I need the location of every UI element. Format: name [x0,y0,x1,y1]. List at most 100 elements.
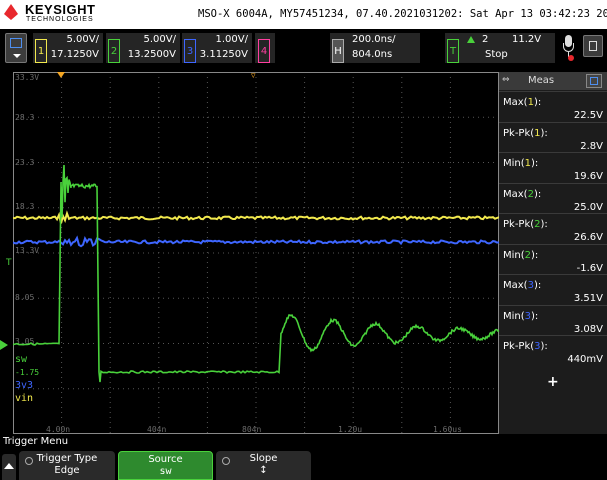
trigger-chip[interactable]: T 2 11.2V Stop [445,33,555,63]
3v3-trace [13,235,499,248]
x-axis-label: 4.00n [46,425,70,434]
meas-value: 19.6V [573,171,603,182]
y-axis-label: 13.3V [15,246,39,255]
channel-1-offset: 17.1250V [50,49,99,60]
collapse-arrows-icon[interactable]: ⇔ [502,75,516,87]
channel-1-scale: 5.00V/ [66,34,99,45]
softkey-source-value: sw [159,466,172,477]
softkey-trigger-type-value: Edge [54,465,80,476]
time-reference-marker-icon: ▿ [251,71,256,81]
y-axis-label: 8.05 [15,293,34,302]
trace-label: -1.75 [15,368,39,377]
instrument-info: MSO-X 6004A, MY57451234, 07.40.202103120… [198,8,607,20]
channel-2-chip[interactable]: 2 5.00V/ 13.2500V [106,33,180,63]
channel-3-scale: 1.00V/ [215,34,248,45]
meas-name[interactable]: Min(3): [503,311,603,322]
x-axis-label: 804n [242,425,261,434]
y-axis-label: 33.3V [15,73,39,82]
x-axis-label: 404n [147,425,166,434]
softkey-source-label: Source [148,454,183,465]
meas-value: 2.8V [580,140,603,152]
add-measurement-button[interactable]: + [547,374,559,390]
meas-value: 26.6V [573,232,603,243]
softkey-menu: Trigger Menu Trigger Type Edge Source sw… [0,434,607,480]
channel-1-chip[interactable]: 1 5.00V/ 17.1250V [33,33,103,63]
brand-subtitle: TECHNOLOGIES [26,16,94,23]
meas-name[interactable]: Max(1): [503,97,603,108]
trace-label: sw [15,354,28,365]
trigger-point-marker-icon[interactable] [57,72,65,78]
help-icon[interactable] [583,35,603,57]
microphone-icon[interactable] [562,35,576,61]
meas-separator [499,121,607,123]
meas-value: 3.51V [573,293,603,304]
channel-2-ground-marker-icon[interactable] [0,340,8,350]
horizontal-position: 804.0ns [352,49,393,60]
meas-name[interactable]: Pk-Pk(3): [503,341,603,352]
softkey-slope-value: ↕ [259,465,268,476]
channel-3-chip[interactable]: 3 1.00V/ 3.11250V [182,33,252,63]
trace-label: 3v3 [15,380,33,391]
display-menu-button[interactable] [5,33,27,63]
waveform-graticule: 33.3V28.323.318.313.3V8.053.054.00n 404n 8… [13,72,499,434]
channel-2-badge: 2 [108,39,120,63]
horizontal-scale: 200.0ns/ [352,34,396,45]
softkey-trigger-type[interactable]: Trigger Type Edge [19,451,115,480]
meas-value: 3.08V [573,323,603,335]
meas-separator [499,91,607,92]
meas-separator [499,243,607,245]
channel-4-badge: 4 [258,39,270,63]
meas-separator [499,335,607,336]
trigger-level-marker-icon: T [6,258,12,268]
dropdown-arrow-icon [13,54,21,58]
meas-value: -1.6V [576,262,603,274]
meas-value: 22.5V [573,110,603,121]
horizontal-chip[interactable]: H 200.0ns/ 804.0ns [330,33,420,63]
trigger-source: 2 [482,34,489,45]
run-state: Stop [485,49,508,60]
meas-name[interactable]: Pk-Pk(2): [503,219,603,230]
channel-2-offset: 13.2500V [127,49,176,60]
knob-icon [222,457,230,465]
meas-name[interactable]: Max(2): [503,189,603,200]
meas-separator [499,304,607,306]
meas-separator [499,152,607,153]
up-arrow-icon [4,463,14,469]
vin-trace [13,210,499,224]
y-axis-label: 23.3 [15,158,34,167]
meas-name[interactable]: Min(2): [503,250,603,261]
softkey-slope-label: Slope [249,453,278,464]
meas-separator [499,274,607,275]
meas-value: 25.0V [573,201,603,213]
brand-name: KEYSIGHT [25,2,96,17]
channel-3-offset: 3.11250V [199,49,248,60]
meas-separator [499,213,607,214]
rising-edge-icon [467,36,475,43]
horizontal-badge: H [332,39,344,63]
keysight-logo-icon [4,4,18,14]
meas-name[interactable]: Max(3): [503,280,603,291]
x-axis-label: 1.60us [433,425,462,434]
meas-name[interactable]: Pk-Pk(1): [503,128,603,139]
meas-menu-icon[interactable] [586,74,602,88]
channel-1-badge: 1 [35,39,47,63]
measurements-panel: ⇔ Meas Max(1): 22.5V Pk-Pk(1): 2.8V Min(1): 1… [499,72,607,434]
menu-title: Trigger Menu [3,436,69,447]
softkey-slope[interactable]: Slope ↕ [216,451,311,480]
channel-bar: 1 5.00V/ 17.1250V 2 5.00V/ 13.2500V 3 1.… [0,29,607,67]
title-bar: KEYSIGHT TECHNOLOGIES MSO-X 6004A, MY574… [0,0,607,29]
menu-up-button[interactable] [2,454,16,480]
keysight-logo-wave-icon [4,14,18,20]
y-axis-label: 18.3 [15,202,34,211]
trigger-level: 11.2V [512,34,542,45]
meas-separator [499,182,607,184]
waveform-display[interactable]: 33.3V 28.3 23.3 18.3 13.3V 8.05 3.05 4.00n 404n 8… [13,72,499,434]
trigger-badge: T [447,39,459,63]
meas-name[interactable]: Min(1): [503,158,603,169]
channel-3-badge: 3 [184,39,196,63]
channel-4-chip[interactable]: 4 [255,33,275,63]
display-icon [10,38,22,48]
knob-icon [25,457,33,465]
meas-value: 440mV [567,354,603,365]
softkey-source[interactable]: Source sw [118,451,213,480]
